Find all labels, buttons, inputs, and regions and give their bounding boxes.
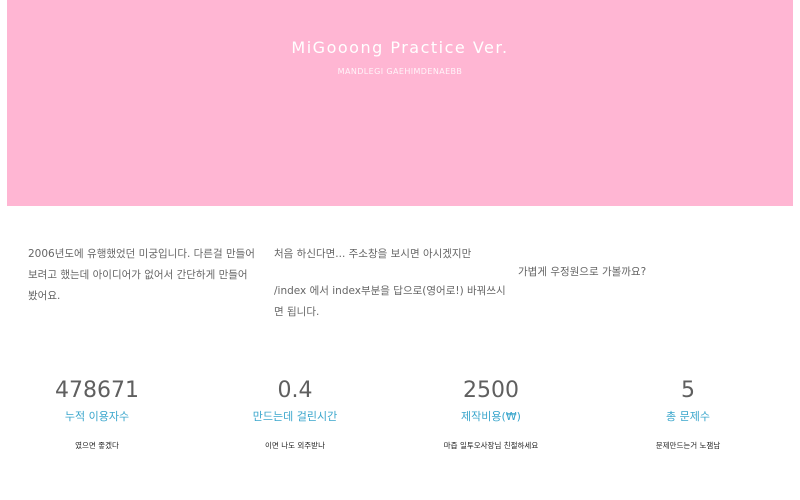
intro-text: /index 에서 index부분을 답으로(영어로!) 바꿔쓰시면 됩니다. (274, 285, 506, 318)
stat-users: 478671 누적 이용자수 였으면 좋겠다 (2, 378, 192, 451)
intro-text: 2006년도에 유행했었던 미궁입니다. 다른걸 만들어보려고 했는데 아이디어… (28, 248, 255, 302)
stat-time: 0.4 만드는데 걸린시간 이면 나도 외주받나 (200, 378, 390, 451)
hero-banner: MiGooong Practice Ver. MANDLEGI GAEHIMDE… (7, 0, 793, 206)
stat-value: 5 (681, 378, 695, 403)
intro-text: 가볍게 우정원으로 가볼까요? (518, 266, 647, 278)
site-title: MiGooong Practice Ver. (291, 38, 509, 57)
stat-label: 총 문제수 (666, 410, 710, 423)
stat-value: 478671 (55, 378, 139, 403)
site-subtitle: MANDLEGI GAEHIMDENAEBB (337, 67, 463, 76)
stat-note: 이면 나도 외주받나 (265, 441, 325, 450)
intro-text: 처음 하신다면... 주소창을 보시면 아시겠지만 (274, 248, 472, 260)
intro-column-2: 처음 하신다면... 주소창을 보시면 아시겠지만 /index 에서 inde… (274, 244, 510, 323)
intro-column-1: 2006년도에 유행했었던 미궁입니다. 다른걸 만들어보려고 했는데 아이디어… (28, 244, 256, 307)
stat-questions: 5 총 문제수 문제만드는거 노잼남 (593, 378, 783, 451)
stat-cost: 2500 제작비용(₩) 마즙 일투오사장님 친절하세요 (396, 378, 586, 451)
stat-note: 마즙 일투오사장님 친절하세요 (443, 441, 539, 450)
stat-label: 누적 이용자수 (64, 410, 130, 423)
stat-label: 제작비용(₩) (461, 410, 521, 423)
stat-label: 만드는데 걸린시간 (252, 410, 338, 423)
stat-note: 문제만드는거 노잼남 (655, 441, 721, 450)
stat-value: 2500 (463, 378, 519, 403)
stat-value: 0.4 (277, 378, 313, 403)
stat-note: 였으면 좋겠다 (75, 441, 119, 450)
intro-column-3: 가볍게 우정원으로 가볼까요? (518, 262, 768, 283)
